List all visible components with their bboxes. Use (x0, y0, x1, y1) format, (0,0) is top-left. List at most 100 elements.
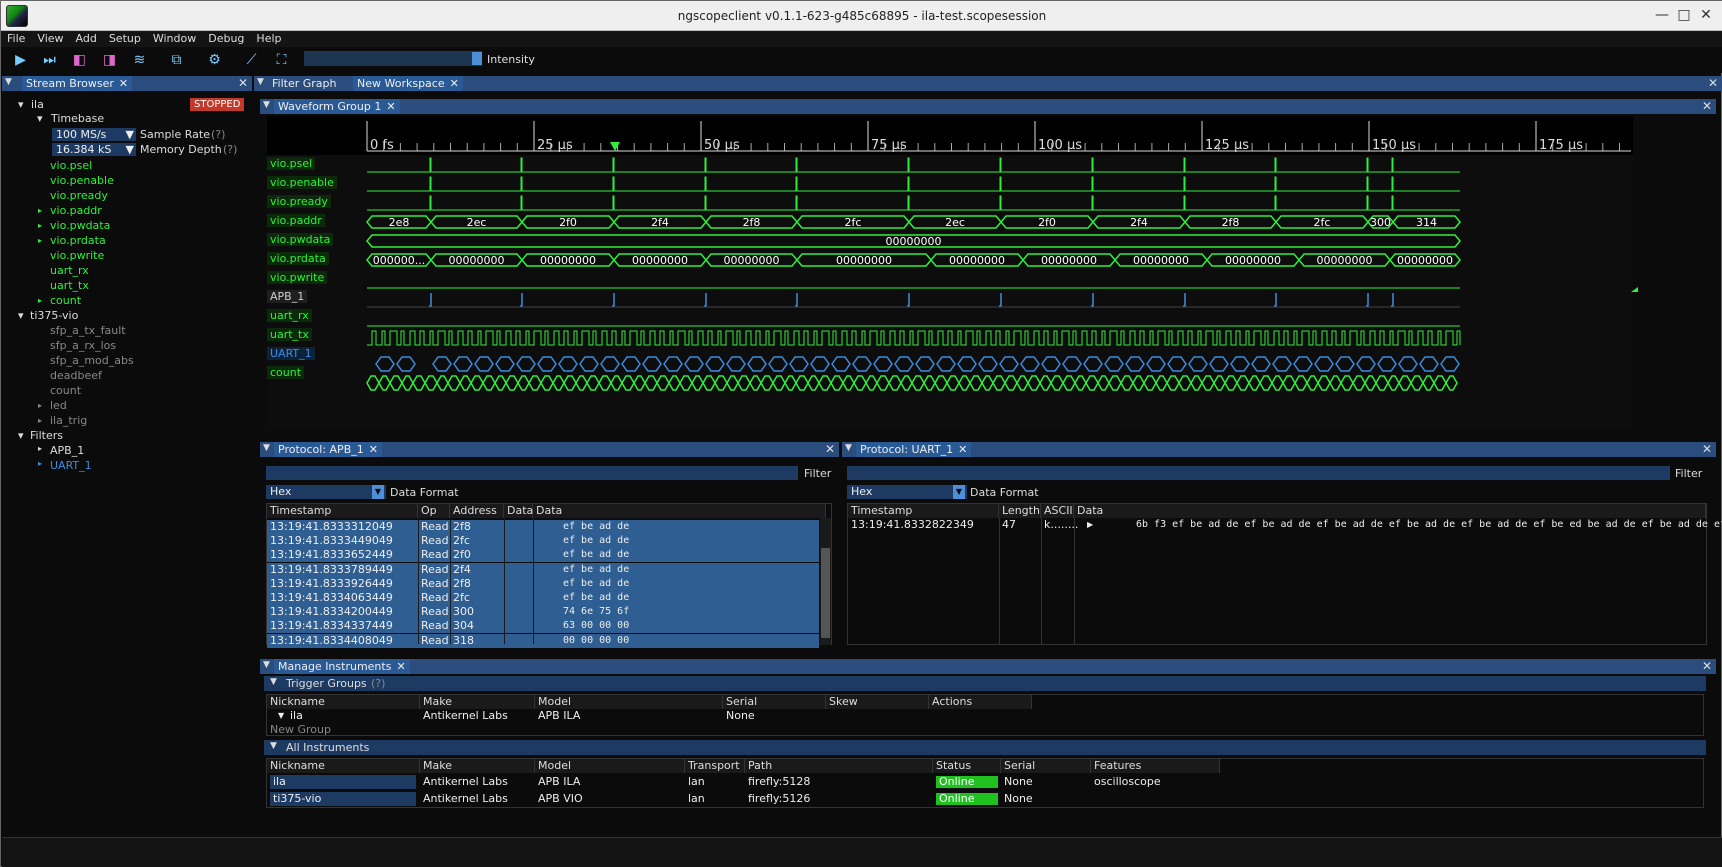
trace-count-segment[interactable] (598, 375, 612, 391)
uart-decode-symbol[interactable] (1020, 356, 1040, 372)
stream-item[interactable]: count (50, 384, 81, 397)
uart-decode-symbol[interactable] (1272, 356, 1292, 372)
uart-decode-symbol[interactable] (831, 356, 851, 372)
trace-count-segment[interactable] (1132, 375, 1145, 391)
trace-count-segment[interactable] (772, 375, 786, 391)
trace-count-segment[interactable] (401, 375, 414, 391)
close-tab-icon[interactable]: ✕ (396, 660, 405, 673)
uart-row-timestamp[interactable]: 13:19:41.8332822349 (848, 518, 974, 532)
uart-decode-symbol[interactable] (579, 356, 599, 372)
apb-scrollbar-thumb[interactable] (821, 548, 830, 638)
tree-expand-icon[interactable]: ▸ (38, 219, 42, 232)
uart-decode-symbol[interactable] (621, 356, 641, 372)
trace-count-segment[interactable] (900, 375, 913, 391)
collapse-icon[interactable]: ▼ (270, 741, 277, 751)
col-address[interactable]: Address (450, 504, 504, 518)
stream-item[interactable]: uart_rx (50, 264, 89, 277)
trace-count-segment[interactable] (1097, 375, 1110, 391)
trace-count-segment[interactable] (1039, 375, 1052, 391)
trace-count-segment[interactable] (958, 375, 971, 391)
tree-expand-icon[interactable]: ▸ (38, 234, 42, 247)
uart-decode-symbol[interactable] (978, 356, 998, 372)
uart-decode-symbol[interactable] (474, 356, 494, 372)
uart-filter-input[interactable] (847, 466, 1670, 480)
col-status[interactable]: Status (933, 759, 1001, 773)
filter-uart-1[interactable]: UART_1 (50, 459, 92, 472)
col-length[interactable]: Length (999, 504, 1041, 518)
trace-count-segment[interactable] (807, 375, 820, 391)
trace-count-segment[interactable] (1166, 375, 1180, 391)
trace-count-segment[interactable] (424, 375, 438, 391)
uart-decode-symbol[interactable] (537, 356, 557, 372)
uart-decode-symbol[interactable] (684, 356, 704, 372)
col-transport[interactable]: Transport (685, 759, 745, 773)
trace-count-segment[interactable] (749, 375, 762, 391)
trace-count-segment[interactable] (1201, 375, 1215, 391)
collapse-icon[interactable]: ▼ (263, 660, 270, 670)
uart-decode-symbol[interactable] (642, 356, 662, 372)
col-features[interactable]: Features (1091, 759, 1220, 773)
uart-decode-symbol[interactable] (726, 356, 746, 372)
trace-count-segment[interactable] (575, 375, 588, 391)
close-panel-icon[interactable]: ✕ (825, 442, 835, 457)
channel-label[interactable]: count (267, 366, 305, 379)
trace-count-segment[interactable] (505, 375, 519, 391)
apb-format-select[interactable]: Hex ▼ (266, 485, 386, 499)
apb-decode-marker[interactable] (999, 293, 1002, 307)
apb-decode-marker[interactable] (1091, 293, 1094, 307)
trace-count-segment[interactable] (668, 375, 681, 391)
stream-item[interactable]: vio.prdata (50, 234, 106, 247)
trace-count-segment[interactable] (1120, 375, 1134, 391)
uart-decode-symbol[interactable] (516, 356, 536, 372)
trace-count-segment[interactable] (1155, 375, 1168, 391)
table-row[interactable]: 13:19:41.8334408049 Read 318 00 00 00 00 (267, 633, 819, 648)
stream-item[interactable]: uart_tx (50, 279, 89, 292)
trace-count-segment[interactable] (1004, 375, 1018, 391)
trace-count-segment[interactable] (378, 375, 391, 391)
trace-count-segment[interactable] (714, 375, 728, 391)
trace-count-segment[interactable] (784, 375, 797, 391)
group-nickname[interactable]: ila (287, 709, 303, 723)
uart-decode-symbol[interactable] (375, 356, 395, 372)
stream-item[interactable]: count (50, 294, 81, 307)
uart-decode-symbol[interactable] (558, 356, 578, 372)
channel-label[interactable]: vio.penable (267, 176, 337, 189)
trace-count-segment[interactable] (540, 375, 554, 391)
table-row[interactable]: 13:19:41.8333789449 Read 2f4 ef be ad de (267, 562, 819, 577)
col-actions[interactable]: Actions (929, 695, 1032, 709)
trace-count-segment[interactable] (934, 375, 948, 391)
uart-decode-symbol[interactable] (1188, 356, 1208, 372)
col-timestamp[interactable]: Timestamp (267, 504, 418, 518)
trace-count-segment[interactable] (1387, 375, 1400, 391)
trace-count-segment[interactable] (853, 375, 867, 391)
table-row[interactable]: 13:19:41.8334337449 Read 304 63 00 00 00 (267, 619, 819, 634)
trace-count-segment[interactable] (1050, 375, 1064, 391)
trace-count-segment[interactable] (1259, 375, 1273, 391)
stream-item[interactable]: sfp_a_rx_los (50, 339, 116, 352)
uart-decode-symbol[interactable] (1062, 356, 1082, 372)
trace-count-segment[interactable] (1085, 375, 1099, 391)
trace-count-segment[interactable] (610, 375, 623, 391)
trace-psel[interactable] (367, 157, 1460, 173)
trace-count-segment[interactable] (1375, 375, 1389, 391)
trace-count-segment[interactable] (389, 375, 403, 391)
apb-decode-marker[interactable] (1183, 293, 1186, 307)
tab-protocol-uart[interactable]: Protocol: UART_1 ✕ (856, 442, 972, 457)
trace-count-segment[interactable] (1248, 375, 1261, 391)
stream-item[interactable]: vio.pready (50, 189, 108, 202)
trace-count-segment[interactable] (1178, 375, 1192, 391)
close-tab-icon[interactable]: ✕ (958, 443, 967, 456)
trace-count-segment[interactable] (563, 375, 577, 391)
apb-decode-marker[interactable] (795, 293, 798, 307)
trace-count-segment[interactable] (702, 375, 716, 391)
channel-label[interactable]: UART_1 (267, 347, 315, 360)
col-path[interactable]: Path (745, 759, 933, 773)
trace-count-segment[interactable] (737, 375, 751, 391)
uart-decode-symbol[interactable] (1146, 356, 1166, 372)
trace-count-segment[interactable] (726, 375, 739, 391)
trace-count-segment[interactable] (621, 375, 635, 391)
table-row[interactable]: 13:19:41.8334063449 Read 2fc ef be ad de (267, 591, 819, 605)
channel-label[interactable]: uart_rx (267, 309, 312, 322)
table-row[interactable]: 13:19:41.8333449049 Read 2fc ef be ad de (267, 534, 819, 549)
trace-count-segment[interactable] (981, 375, 994, 391)
